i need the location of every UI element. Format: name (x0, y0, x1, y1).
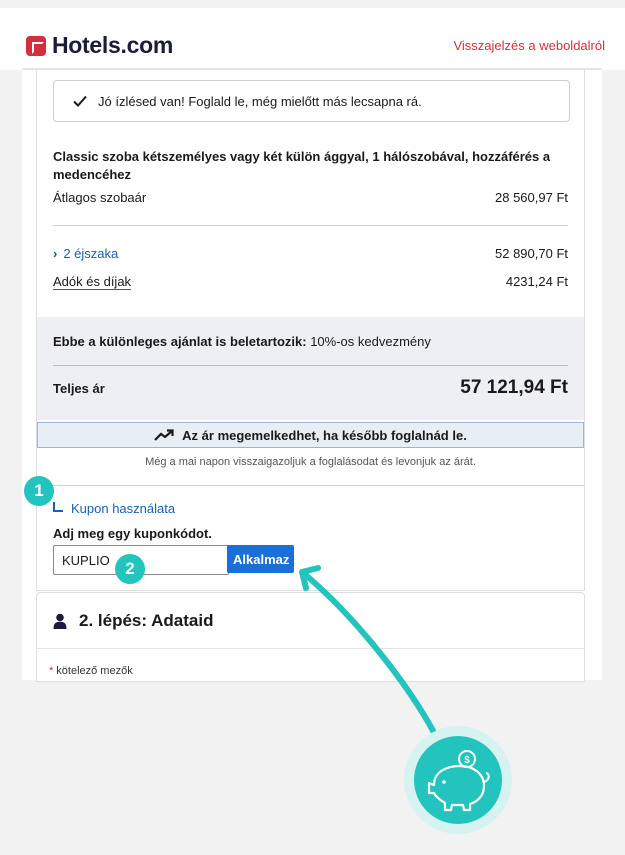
avg-room-rate-row: Átlagos szobaár 28 560,97 Ft (53, 190, 568, 205)
offer-label: Ebbe a különleges ajánlat is beletartozi… (53, 334, 307, 349)
feedback-link[interactable]: Visszajelzés a weboldalról (453, 38, 605, 53)
step2-heading: 2. lépés: Adataid (53, 611, 213, 631)
coupon-toggle[interactable]: Kupon használata (53, 501, 175, 516)
nights-value: 52 890,70 Ft (495, 246, 568, 261)
step2-details-card: 2. lépés: Adataid * kötelező mezők (36, 592, 585, 682)
booking-page: Jó ízlésed van! Foglald le, még mielőtt … (22, 70, 602, 682)
price-warning-text: Az ár megemelkedhet, ha később foglalnád… (182, 427, 467, 443)
good-choice-notice: Jó ízlésed van! Foglald le, még mielőtt … (53, 80, 570, 122)
required-star: * (49, 665, 54, 677)
taxes-label[interactable]: Adók és díjak (53, 274, 132, 290)
avg-rate-label: Átlagos szobaár (53, 190, 147, 205)
required-fields-note: * kötelező mezők (49, 665, 133, 677)
check-icon (73, 95, 87, 107)
hotels-logo-icon (26, 35, 46, 56)
taxes-value: 4231,24 Ft (505, 274, 568, 289)
chevron-right-icon: › (53, 246, 58, 261)
notice-text: Jó ízlésed van! Foglald le, még mielőtt … (98, 93, 422, 109)
total-value: 57 121,94 Ft (460, 377, 568, 398)
offer-value: 10%-os kedvezmény (310, 334, 431, 349)
taxes-row: Adók és díjak 4231,24 Ft (53, 274, 568, 290)
divider (37, 648, 584, 649)
confirmation-note: Még a mai napon visszaigazoljuk a foglal… (145, 456, 476, 468)
step2-title: 2. lépés: Adataid (79, 611, 214, 630)
coupon-field-label: Adj meg egy kuponkódot. (53, 526, 212, 541)
room-title: Classic szoba kétszemélyes vagy két külö… (53, 149, 551, 182)
apply-coupon-button[interactable]: Alkalmaz (227, 545, 294, 573)
total-summary: Ebbe a különleges ajánlat is beletartozi… (37, 317, 584, 420)
logo-text: Hotels.com (52, 32, 173, 58)
required-text: kötelező mezők (56, 665, 133, 677)
special-offer-line: Ebbe a különleges ajánlat is beletartozi… (53, 334, 431, 349)
divider (37, 485, 584, 486)
bottom-background (0, 703, 625, 855)
coupon-toggle-label: Kupon használata (71, 501, 176, 516)
step-badge-1: 1 (24, 476, 54, 506)
site-header: Hotels.com Visszajelzés a weboldalról (0, 8, 625, 70)
step-badge-2: 2 (115, 554, 145, 584)
hotels-logo[interactable]: Hotels.com (26, 32, 173, 59)
price-summary-card: Jó ízlésed van! Foglald le, még mielőtt … (36, 70, 585, 591)
collapse-corner-icon (53, 501, 63, 512)
top-strip (0, 0, 625, 8)
nights-row: › 2 éjszaka 52 890,70 Ft (53, 246, 568, 261)
summary-divider (53, 365, 568, 366)
nights-toggle[interactable]: › 2 éjszaka (53, 246, 118, 261)
person-icon (53, 613, 67, 629)
trending-up-icon (154, 429, 174, 441)
avg-rate-value: 28 560,97 Ft (495, 190, 568, 205)
divider (53, 225, 568, 226)
price-increase-banner: Az ár megemelkedhet, ha később foglalnád… (37, 422, 584, 448)
total-label: Teljes ár (53, 381, 105, 396)
nights-label: 2 éjszaka (63, 246, 119, 261)
